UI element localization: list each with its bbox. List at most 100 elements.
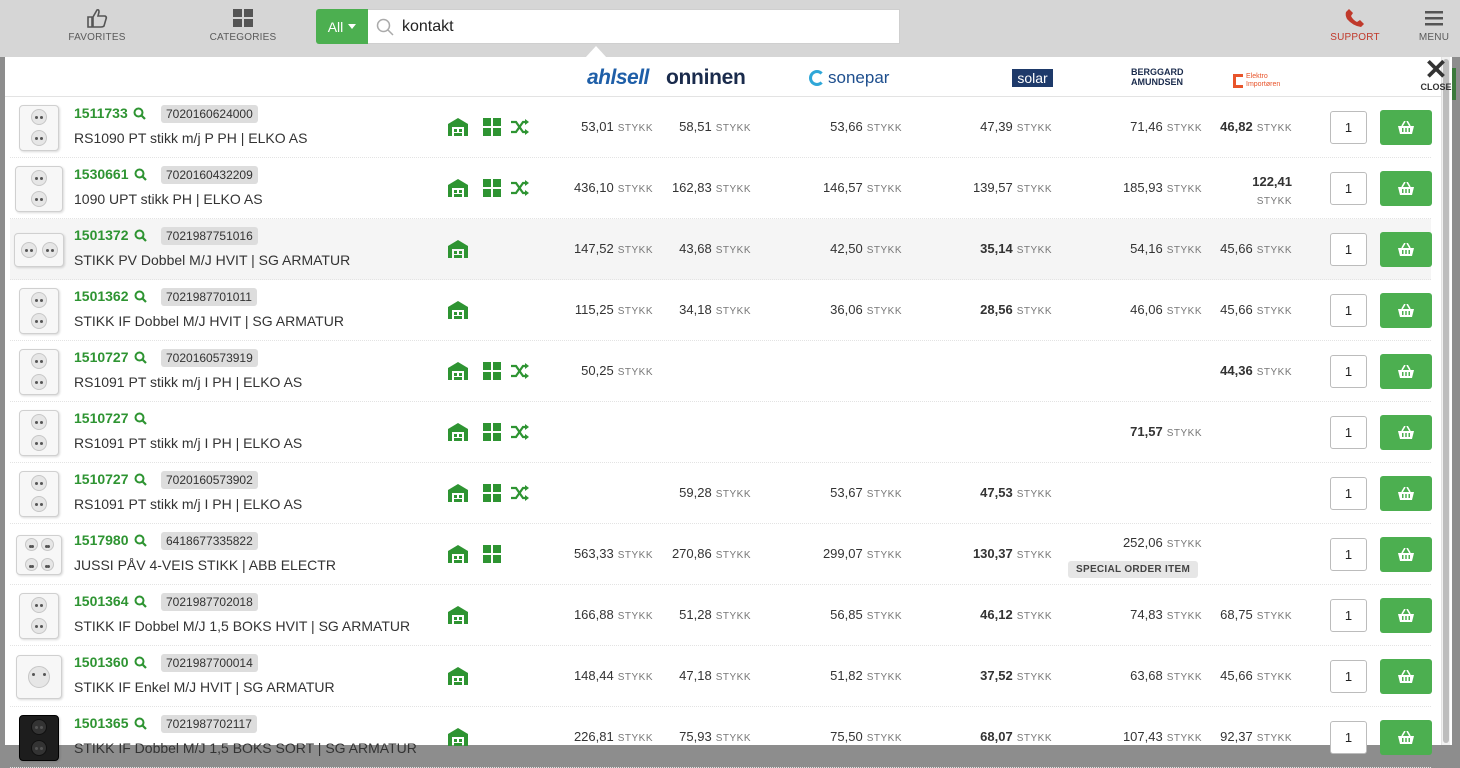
- article-number-link[interactable]: 1510727: [74, 410, 147, 426]
- product-thumbnail[interactable]: [13, 163, 65, 214]
- warehouse-icon[interactable]: [447, 239, 469, 259]
- quantity-input[interactable]: 1: [1330, 599, 1367, 632]
- quantity-input[interactable]: 1: [1330, 538, 1367, 571]
- quantity-input[interactable]: 1: [1330, 416, 1367, 449]
- warehouse-icon[interactable]: [447, 361, 469, 381]
- quantity-input[interactable]: 1: [1330, 111, 1367, 144]
- warehouse-icon[interactable]: [447, 605, 469, 625]
- magnifier-icon[interactable]: [134, 595, 147, 608]
- product-thumbnail[interactable]: [13, 590, 65, 641]
- warehouse-icon[interactable]: [447, 483, 469, 503]
- magnifier-icon[interactable]: [134, 229, 147, 242]
- category-grid-icon[interactable]: [481, 178, 503, 198]
- quantity-input[interactable]: 1: [1330, 660, 1367, 693]
- magnifier-icon[interactable]: [134, 717, 147, 730]
- results-scrollbar[interactable]: [1441, 57, 1450, 745]
- ean-badge: 7020160573919: [161, 349, 258, 367]
- warehouse-icon[interactable]: [447, 544, 469, 564]
- magnifier-icon[interactable]: [134, 473, 147, 486]
- article-number-link[interactable]: 1501360: [74, 654, 147, 670]
- category-grid-icon[interactable]: [481, 422, 503, 442]
- product-thumbnail[interactable]: [13, 529, 65, 580]
- price-unit: STYKK: [1256, 367, 1292, 378]
- quantity-input[interactable]: 1: [1330, 355, 1367, 388]
- add-to-cart-button[interactable]: [1380, 171, 1432, 206]
- favorites-button[interactable]: FAVORITES: [66, 8, 128, 43]
- product-thumbnail[interactable]: [13, 651, 65, 702]
- article-number-link[interactable]: 1510727: [74, 471, 147, 487]
- magnifier-icon[interactable]: [134, 534, 147, 547]
- product-thumbnail[interactable]: [13, 468, 65, 519]
- result-row: 1501372 7021987751016 STIKK PV Dobbel M/…: [10, 219, 1432, 280]
- magnifier-icon[interactable]: [133, 107, 146, 120]
- article-number-link[interactable]: 1517980: [74, 532, 147, 548]
- product-description: RS1091 PT stikk m/j I PH | ELKO AS: [74, 435, 303, 451]
- add-to-cart-button[interactable]: [1380, 110, 1432, 145]
- add-to-cart-button[interactable]: [1380, 293, 1432, 328]
- add-to-cart-button[interactable]: [1380, 476, 1432, 511]
- alternatives-shuffle-icon[interactable]: [509, 422, 531, 442]
- category-grid-icon[interactable]: [481, 544, 503, 564]
- product-thumbnail[interactable]: [13, 102, 65, 153]
- quantity-input[interactable]: 1: [1330, 721, 1367, 754]
- warehouse-icon[interactable]: [447, 422, 469, 442]
- quantity-input[interactable]: 1: [1330, 172, 1367, 205]
- article-number-link[interactable]: 1510727: [74, 349, 147, 365]
- basket-icon: [1398, 731, 1414, 745]
- price-elektro: 68,75 STYKK: [1142, 607, 1292, 622]
- warehouse-icon[interactable]: [447, 727, 469, 747]
- scrollbar-thumb[interactable]: [1443, 59, 1449, 743]
- price-elektro: 46,82 STYKK: [1142, 119, 1292, 134]
- quantity-input[interactable]: 1: [1330, 233, 1367, 266]
- article-number-link[interactable]: 1501362: [74, 288, 147, 304]
- result-row: 1530661 7020160432209 1090 UPT stikk PH …: [10, 158, 1432, 219]
- magnifier-icon[interactable]: [134, 656, 147, 669]
- warehouse-icon[interactable]: [447, 178, 469, 198]
- add-to-cart-button[interactable]: [1380, 354, 1432, 389]
- price-value: 58,51: [679, 119, 712, 134]
- price-elektro: 44,36 STYKK: [1142, 363, 1292, 378]
- search-input[interactable]: kontakt: [368, 9, 900, 44]
- article-number-link[interactable]: 1501372: [74, 227, 147, 243]
- product-thumbnail[interactable]: [13, 712, 65, 763]
- close-button[interactable]: ✕ CLOSE: [1418, 56, 1454, 93]
- product-description: RS1090 PT stikk m/j P PH | ELKO AS: [74, 130, 308, 146]
- quantity-input[interactable]: 1: [1330, 294, 1367, 327]
- price-unit: STYKK: [1016, 550, 1052, 561]
- product-thumbnail[interactable]: [13, 285, 65, 336]
- magnifier-icon[interactable]: [134, 290, 147, 303]
- add-to-cart-button[interactable]: [1380, 232, 1432, 267]
- article-number-link[interactable]: 1501365: [74, 715, 147, 731]
- add-to-cart-button[interactable]: [1380, 415, 1432, 450]
- warehouse-icon[interactable]: [447, 300, 469, 320]
- add-to-cart-button[interactable]: [1380, 537, 1432, 572]
- product-thumbnail[interactable]: [13, 224, 65, 275]
- article-number-link[interactable]: 1530661: [74, 166, 147, 182]
- category-grid-icon[interactable]: [481, 117, 503, 137]
- price-elektro: 45,66 STYKK: [1142, 302, 1292, 317]
- alternatives-shuffle-icon[interactable]: [509, 483, 531, 503]
- magnifier-icon[interactable]: [134, 412, 147, 425]
- add-to-cart-button[interactable]: [1380, 659, 1432, 694]
- article-number-link[interactable]: 1511733: [74, 105, 146, 121]
- search-icon: [376, 18, 394, 36]
- warehouse-icon[interactable]: [447, 666, 469, 686]
- search-scope-dropdown[interactable]: All: [316, 9, 368, 44]
- quantity-input[interactable]: 1: [1330, 477, 1367, 510]
- warehouse-icon[interactable]: [447, 117, 469, 137]
- product-thumbnail[interactable]: [13, 346, 65, 397]
- article-number: 1510727: [74, 410, 129, 426]
- magnifier-icon[interactable]: [134, 351, 147, 364]
- article-number-link[interactable]: 1501364: [74, 593, 147, 609]
- price-value: 162,83: [671, 180, 712, 195]
- support-button[interactable]: SUPPORT: [1324, 8, 1386, 43]
- category-grid-icon[interactable]: [481, 361, 503, 381]
- add-to-cart-button[interactable]: [1380, 598, 1432, 633]
- product-thumbnail[interactable]: [13, 407, 65, 458]
- categories-button[interactable]: CATEGORIES: [206, 8, 280, 43]
- elektro-logo-line2: Importøren: [1246, 81, 1281, 88]
- category-grid-icon[interactable]: [481, 483, 503, 503]
- add-to-cart-button[interactable]: [1380, 720, 1432, 755]
- menu-button[interactable]: MENU: [1412, 8, 1456, 43]
- magnifier-icon[interactable]: [134, 168, 147, 181]
